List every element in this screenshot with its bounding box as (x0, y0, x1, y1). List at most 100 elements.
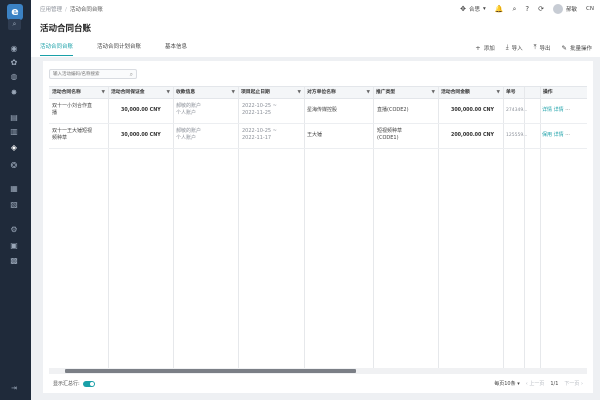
column-header-label: 推广类型 (376, 90, 396, 95)
column-header-promo-type[interactable]: 推广类型 ▼ (373, 87, 438, 99)
tab-basic-info[interactable]: 基本信息 (165, 42, 187, 56)
column-header-operations: 操作 (540, 87, 587, 99)
more-actions-icon[interactable]: ··· (565, 132, 570, 138)
table-row[interactable]: 双十一王大锤短视 频种草 30,000.00 CNY 郝敏的账户 个人账户 2022… (49, 124, 587, 149)
batch-operation-button[interactable]: ✎ 批量操作 (562, 43, 592, 52)
scrollbar-thumb[interactable] (65, 369, 356, 373)
column-header-label: 项目起止日期 (241, 90, 270, 95)
cell-contract-name: 双十一王大锤短视 频种草 (52, 128, 93, 141)
column-header-label: 活动合同保证金 (111, 90, 145, 95)
add-button[interactable]: + 添加 (475, 43, 494, 52)
column-header-label: 活动合同金额 (441, 90, 470, 95)
users-icon[interactable]: ▣ (9, 241, 19, 251)
cell-contract-name: 双十一小刘合作直播 (52, 103, 93, 116)
add-button-label: 添加 (483, 45, 495, 52)
tab-activity-contract-ledger[interactable]: 活动合同台账 (40, 42, 74, 56)
cell-amount: 300,000.00 CNY (451, 108, 495, 113)
import-icon: ⤓ (505, 43, 509, 51)
table-footer: 显示汇总行: 每页10条 ▾ ‹ 上一页 1/1 下一页 › (49, 379, 587, 389)
column-header-contract-name[interactable]: 活动合同名称 ▼ (49, 87, 108, 99)
more-actions-icon[interactable]: ··· (565, 107, 570, 113)
filter-icon[interactable]: ▼ (298, 87, 301, 99)
export-button-label: 导出 (539, 45, 551, 52)
user-name: 郝敏 (566, 7, 578, 13)
cell-promo-type: 短视频种草 (CODE1) (377, 128, 403, 141)
language-switcher[interactable]: CN (586, 6, 594, 12)
column-header-label: 单号 (506, 90, 516, 95)
star-icon[interactable]: ✸ (9, 88, 19, 98)
cell-payee: 郝敏的账户 个人账户 (176, 128, 202, 141)
summary-row-toggle[interactable] (82, 380, 95, 387)
column-header-date-range[interactable]: 项目起止日期 ▼ (238, 87, 304, 99)
cell-amount: 200,000.00 CNY (451, 133, 495, 138)
org-label: 合思 (469, 7, 481, 13)
cell-promo-type: 直播(CODE2) (377, 107, 409, 113)
sidebar-search-icon[interactable]: ⌕ (8, 19, 21, 30)
chart-icon[interactable]: ▧ (9, 200, 19, 210)
settings-icon[interactable]: ❂ (9, 161, 19, 171)
horizontal-scrollbar[interactable] (49, 368, 587, 374)
plus-icon: + (475, 43, 481, 52)
org-switcher[interactable]: ✥ 合思 ▾ (460, 5, 486, 13)
cell-payee: 郝敏的账户 个人账户 (176, 103, 202, 116)
export-button[interactable]: ⤒ 导出 (534, 43, 551, 52)
import-button[interactable]: ⤓ 导入 (506, 43, 523, 52)
filter-icon[interactable]: ▼ (232, 87, 235, 99)
batch-operation-button-label: 批量操作 (569, 45, 592, 52)
table-row[interactable]: 双十一小刘合作直播 30,000.00 CNY 郝敏的账户 个人账户 2022-1… (49, 99, 587, 124)
search-icon[interactable]: ⌕ (513, 5, 517, 14)
next-page-button[interactable]: 下一页 › (564, 380, 583, 387)
column-header-payee[interactable]: 收款信息 ▼ (173, 87, 238, 99)
filter-icon[interactable]: ▼ (432, 87, 435, 99)
column-header-amount[interactable]: 活动合同金额 ▼ (438, 87, 503, 99)
tab-activity-contract-plan-ledger[interactable]: 活动合同计划台账 (97, 42, 141, 56)
tab-bar: 活动合同台账 活动合同计划台账 基本信息 (40, 42, 187, 56)
collapse-sidebar-icon[interactable]: ⇥ (9, 383, 19, 393)
contract-icon[interactable]: ◈ (9, 143, 19, 153)
summary-row-label: 显示汇总行: (53, 381, 80, 387)
import-button-label: 导入 (511, 45, 523, 52)
link-icon[interactable]: ⚙ (9, 225, 19, 235)
cell-date-range: 2022-10-25 ~2022-11-17 (242, 128, 277, 141)
grid-icon[interactable]: ◍ (9, 72, 19, 82)
dashboard-icon[interactable]: ◉ (9, 44, 19, 54)
folder-icon[interactable]: ▥ (9, 127, 19, 137)
content-panel: ⌕ 活动合同名称 ▼ 活动合同保证金 ▼ 收款信息 ▼ 项目起止日期 ▼ 对方单位名称 ▼… (43, 61, 593, 393)
cell-company: 王大锤 (307, 132, 323, 138)
sidebar: e ⌕ ◉ ✿ ◍ ✸ ▤ ▥ ◈ ❂ ▦ ▧ ⚙ ▣ ▩ ⇥ (0, 0, 31, 400)
view-link[interactable]: 详情 (542, 107, 552, 113)
bell-icon[interactable]: 🔔 (495, 5, 504, 13)
view-link[interactable]: 保用 (542, 132, 552, 138)
filter-icon[interactable]: ▼ (367, 87, 370, 99)
document-icon[interactable]: ▤ (9, 113, 19, 123)
app-logo[interactable]: e (7, 4, 23, 20)
user-menu[interactable]: 郝敏 (553, 4, 577, 14)
filter-icon[interactable]: ▼ (102, 87, 105, 99)
filter-icon[interactable]: ▼ (167, 87, 170, 99)
calendar-icon[interactable]: ▦ (9, 184, 19, 194)
detail-link[interactable]: 详情 (554, 107, 564, 113)
page-header: 应用管理 / 活动合同台账 活动合同台账 ✥ 合思 ▾ 🔔 ⌕ ? ⟳ 郝敏 CN 活动… (31, 0, 600, 57)
search-input[interactable] (50, 70, 126, 78)
search-box: ⌕ (49, 69, 137, 79)
breadcrumb: 应用管理 / 活动合同台账 (40, 5, 103, 13)
chevron-down-icon: ▾ (483, 6, 486, 12)
column-header-order-no[interactable]: 单号 (503, 87, 540, 99)
cell-operations: 保用 详情 ··· (542, 132, 570, 139)
help-icon[interactable]: ? (525, 5, 529, 13)
gear-icon[interactable]: ✿ (9, 58, 19, 68)
archive-icon[interactable]: ▩ (9, 256, 19, 266)
prev-page-button[interactable]: ‹ 上一页 (526, 380, 545, 387)
filter-icon[interactable]: ▼ (497, 87, 500, 99)
page-size-select[interactable]: 每页10条 ▾ (494, 380, 519, 387)
refresh-icon[interactable]: ⟳ (538, 5, 544, 13)
search-icon[interactable]: ⌕ (130, 71, 133, 79)
cell-order-no: 274349... (506, 108, 528, 113)
cell-deposit: 30,000.00 CNY (121, 108, 161, 113)
breadcrumb-item-app-management[interactable]: 应用管理 (40, 7, 62, 13)
detail-link[interactable]: 详情 (554, 132, 564, 138)
column-header-company[interactable]: 对方单位名称 ▼ (304, 87, 373, 99)
column-header-deposit[interactable]: 活动合同保证金 ▼ (108, 87, 173, 99)
cell-date-range: 2022-10-25 ~2022-11-25 (242, 103, 277, 116)
action-bar: + 添加 ⤓ 导入 ⤒ 导出 ✎ 批量操作 (475, 43, 592, 52)
